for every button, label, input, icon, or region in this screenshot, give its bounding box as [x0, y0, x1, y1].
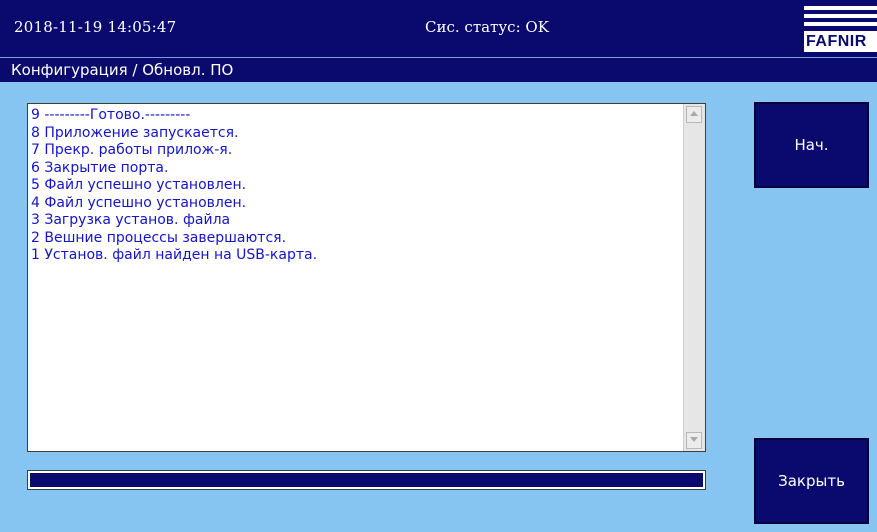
progress-fill	[30, 473, 703, 487]
progress-bar	[27, 470, 706, 490]
scroll-up-button[interactable]	[686, 106, 702, 123]
page-title: Конфигурация / Обновл. ПО	[11, 61, 234, 79]
log-line: 9 ---------Готово.---------	[31, 107, 191, 123]
fafnir-logo: FAFNIR	[804, 6, 877, 52]
log-line: 7 Прекр. работы прилож-я.	[31, 142, 233, 158]
logo-text: FAFNIR	[804, 31, 877, 52]
datetime-display: 2018-11-19 14:05:47	[14, 18, 177, 36]
arrow-down-icon	[690, 437, 698, 442]
system-status: Сис. статус: OK	[425, 18, 549, 36]
log-line: 6 Закрытие порта.	[31, 159, 169, 176]
scroll-down-button[interactable]	[686, 432, 702, 449]
log-scrollbar[interactable]	[683, 104, 705, 451]
page-title-bar: Конфигурация / Обновл. ПО	[0, 57, 877, 82]
log-line: 3 Загрузка установ. файла	[31, 212, 231, 228]
start-button[interactable]: Нач.	[754, 102, 869, 188]
arrow-up-icon	[690, 111, 698, 116]
log-lines: 9 ---------Готово.--------- 8 Приложение…	[31, 107, 681, 449]
log-line: 4 Файл успешно установлен.	[31, 194, 247, 211]
log-line: 1 Установ. файл найден на USB-карта.	[31, 247, 318, 263]
top-status-bar: 2018-11-19 14:05:47 Сис. статус: OK FAFN…	[0, 0, 877, 57]
log-list-box[interactable]: 9 ---------Готово.--------- 8 Приложение…	[27, 103, 706, 452]
log-line: 2 Вешние процессы завершаются.	[31, 229, 287, 246]
log-line: 8 Приложение запускается.	[31, 124, 239, 141]
close-button[interactable]: Закрыть	[754, 438, 869, 524]
log-line: 5 Файл успешно установлен.	[31, 177, 247, 193]
